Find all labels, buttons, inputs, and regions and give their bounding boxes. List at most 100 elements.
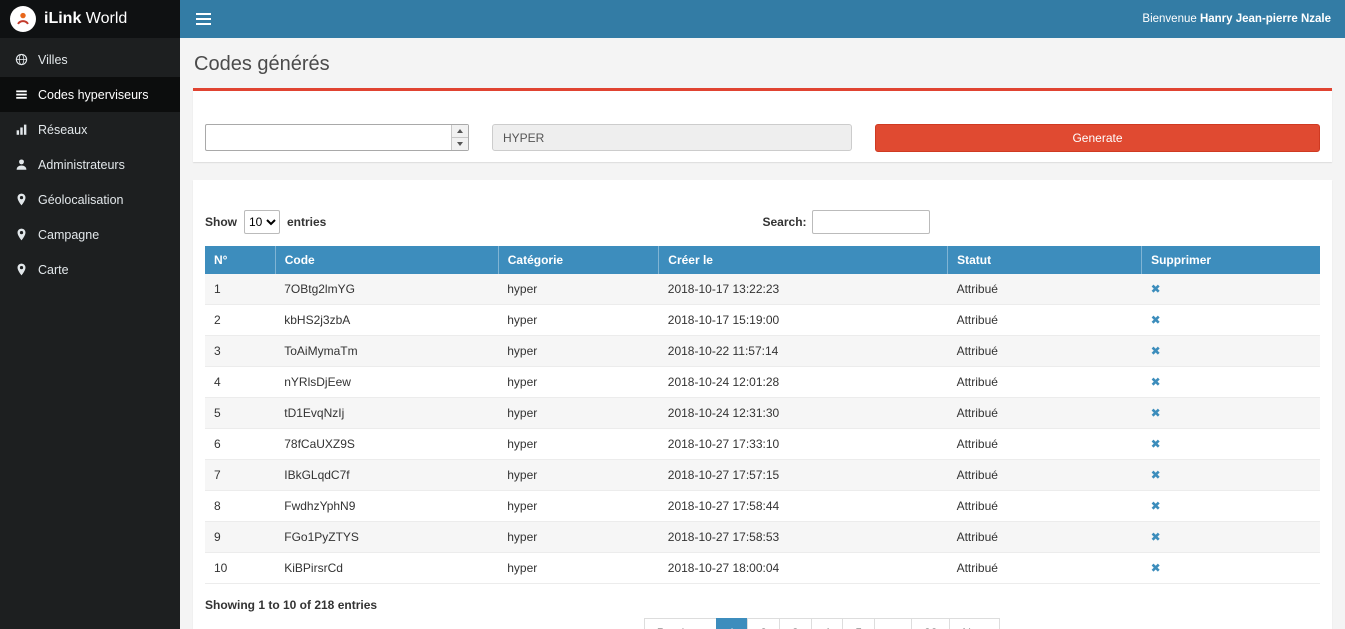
table-row: 10KiBPirsrCdhyper2018-10-27 18:00:04Attr…: [205, 553, 1320, 584]
cell-delete: ✖: [1142, 274, 1320, 305]
cell-status: Attribué: [948, 460, 1142, 491]
sidebar-item-campagne[interactable]: Campagne: [0, 217, 180, 252]
delete-icon[interactable]: ✖: [1151, 344, 1161, 358]
pagination-next[interactable]: Next: [949, 618, 1000, 629]
stepper-up-icon[interactable]: [452, 125, 468, 137]
table-row: 5tD1EvqNzIjhyper2018-10-24 12:31:30Attri…: [205, 398, 1320, 429]
user-menu[interactable]: Bienvenue Hanry Jean-pierre Nzale: [1142, 13, 1331, 25]
chart-icon: [15, 123, 28, 136]
cell-category: hyper: [498, 305, 659, 336]
cell-status: Attribué: [948, 491, 1142, 522]
cell-category: hyper: [498, 429, 659, 460]
pagination-ellipsis[interactable]: …: [874, 618, 912, 629]
code-count-input[interactable]: [206, 125, 451, 150]
column-header-1[interactable]: Code: [275, 246, 498, 274]
cell-status: Attribué: [948, 522, 1142, 553]
cell-delete: ✖: [1142, 553, 1320, 584]
pagination-previous[interactable]: Previous: [644, 618, 717, 629]
cell-category: hyper: [498, 522, 659, 553]
cell-code: IBkGLqdC7f: [275, 460, 498, 491]
top-bar: iLink World Bienvenue Hanry Jean-pierre …: [0, 0, 1345, 38]
delete-icon[interactable]: ✖: [1151, 282, 1161, 296]
page-title: Codes générés: [194, 52, 1331, 76]
pagination-page-2[interactable]: 2: [747, 618, 780, 629]
cell-code: tD1EvqNzIj: [275, 398, 498, 429]
generate-panel: Generate: [193, 88, 1332, 162]
cell-n: 4: [205, 367, 275, 398]
delete-icon[interactable]: ✖: [1151, 468, 1161, 482]
column-header-5[interactable]: Supprimer: [1142, 246, 1320, 274]
sidebar-item-label: Géolocalisation: [38, 193, 123, 207]
column-header-0[interactable]: N°: [205, 246, 275, 274]
delete-icon[interactable]: ✖: [1151, 437, 1161, 451]
table-row: 8FwdhzYphN9hyper2018-10-27 17:58:44Attri…: [205, 491, 1320, 522]
cell-created: 2018-10-17 13:22:23: [659, 274, 948, 305]
sidebar-item-villes[interactable]: Villes: [0, 42, 180, 77]
cell-code: ToAiMymaTm: [275, 336, 498, 367]
cell-status: Attribué: [948, 336, 1142, 367]
sidebar-item-geolocalisation[interactable]: Géolocalisation: [0, 182, 180, 217]
cell-delete: ✖: [1142, 398, 1320, 429]
cell-n: 6: [205, 429, 275, 460]
cell-code: 78fCaUXZ9S: [275, 429, 498, 460]
cell-n: 5: [205, 398, 275, 429]
sidebar-item-label: Codes hyperviseurs: [38, 88, 148, 102]
pagination-page-1[interactable]: 1: [716, 618, 749, 629]
globe-icon: [15, 53, 28, 66]
cell-n: 2: [205, 305, 275, 336]
sidebar-item-label: Carte: [38, 263, 69, 277]
delete-icon[interactable]: ✖: [1151, 499, 1161, 513]
cell-category: hyper: [498, 553, 659, 584]
delete-icon[interactable]: ✖: [1151, 375, 1161, 389]
sidebar-item-administrateurs[interactable]: Administrateurs: [0, 147, 180, 182]
table-row: 7IBkGLqdC7fhyper2018-10-27 17:57:15Attri…: [205, 460, 1320, 491]
brand-title: iLink World: [44, 10, 127, 28]
sidebar-toggle-icon[interactable]: [194, 9, 213, 29]
delete-icon[interactable]: ✖: [1151, 530, 1161, 544]
cell-code: KiBPirsrCd: [275, 553, 498, 584]
cell-created: 2018-10-17 15:19:00: [659, 305, 948, 336]
delete-icon[interactable]: ✖: [1151, 313, 1161, 327]
cell-delete: ✖: [1142, 460, 1320, 491]
pagination-page-5[interactable]: 5: [842, 618, 875, 629]
sidebar-item-label: Campagne: [38, 228, 99, 242]
sidebar-item-codes-hyperviseurs[interactable]: Codes hyperviseurs: [0, 77, 180, 112]
cell-code: FGo1PyZTYS: [275, 522, 498, 553]
cell-created: 2018-10-27 17:58:53: [659, 522, 948, 553]
cell-status: Attribué: [948, 429, 1142, 460]
brand-logo-link[interactable]: iLink World: [0, 0, 180, 38]
stepper-down-icon[interactable]: [452, 137, 468, 150]
column-header-3[interactable]: Créer le: [659, 246, 948, 274]
table-row: 678fCaUXZ9Shyper2018-10-27 17:33:10Attri…: [205, 429, 1320, 460]
codes-panel: Show 10 entries Search: N°CodeCatégorieC…: [193, 180, 1332, 629]
pagination-page-3[interactable]: 3: [779, 618, 812, 629]
page-length-control: Show 10 entries: [205, 210, 763, 234]
table-row: 2kbHS2j3zbAhyper2018-10-17 15:19:00Attri…: [205, 305, 1320, 336]
column-header-4[interactable]: Statut: [948, 246, 1142, 274]
sidebar-item-reseaux[interactable]: Réseaux: [0, 112, 180, 147]
pagination-page-4[interactable]: 4: [811, 618, 844, 629]
delete-icon[interactable]: ✖: [1151, 561, 1161, 575]
sidebar-item-label: Villes: [38, 53, 68, 67]
cell-created: 2018-10-27 17:33:10: [659, 429, 948, 460]
code-count-field: [205, 124, 469, 151]
table-row: 17OBtg2lmYGhyper2018-10-17 13:22:23Attri…: [205, 274, 1320, 305]
search-input[interactable]: [812, 210, 930, 234]
cell-created: 2018-10-27 17:57:15: [659, 460, 948, 491]
cell-n: 10: [205, 553, 275, 584]
cell-status: Attribué: [948, 274, 1142, 305]
category-input[interactable]: [492, 124, 852, 151]
codes-table-body: 17OBtg2lmYGhyper2018-10-17 13:22:23Attri…: [205, 274, 1320, 584]
sidebar: Villes Codes hyperviseurs RéseauxAdministr…: [0, 38, 180, 629]
pagination: Previous12345…22Next: [265, 618, 1345, 629]
navbar: Bienvenue Hanry Jean-pierre Nzale: [180, 0, 1345, 38]
column-header-2[interactable]: Catégorie: [498, 246, 659, 274]
cell-delete: ✖: [1142, 336, 1320, 367]
cell-n: 8: [205, 491, 275, 522]
delete-icon[interactable]: ✖: [1151, 406, 1161, 420]
marker-icon: [15, 193, 28, 206]
generate-button[interactable]: Generate: [875, 124, 1320, 152]
sidebar-item-carte[interactable]: Carte: [0, 252, 180, 287]
pagination-page-22[interactable]: 22: [911, 618, 950, 629]
page-size-select[interactable]: 10: [244, 210, 280, 234]
